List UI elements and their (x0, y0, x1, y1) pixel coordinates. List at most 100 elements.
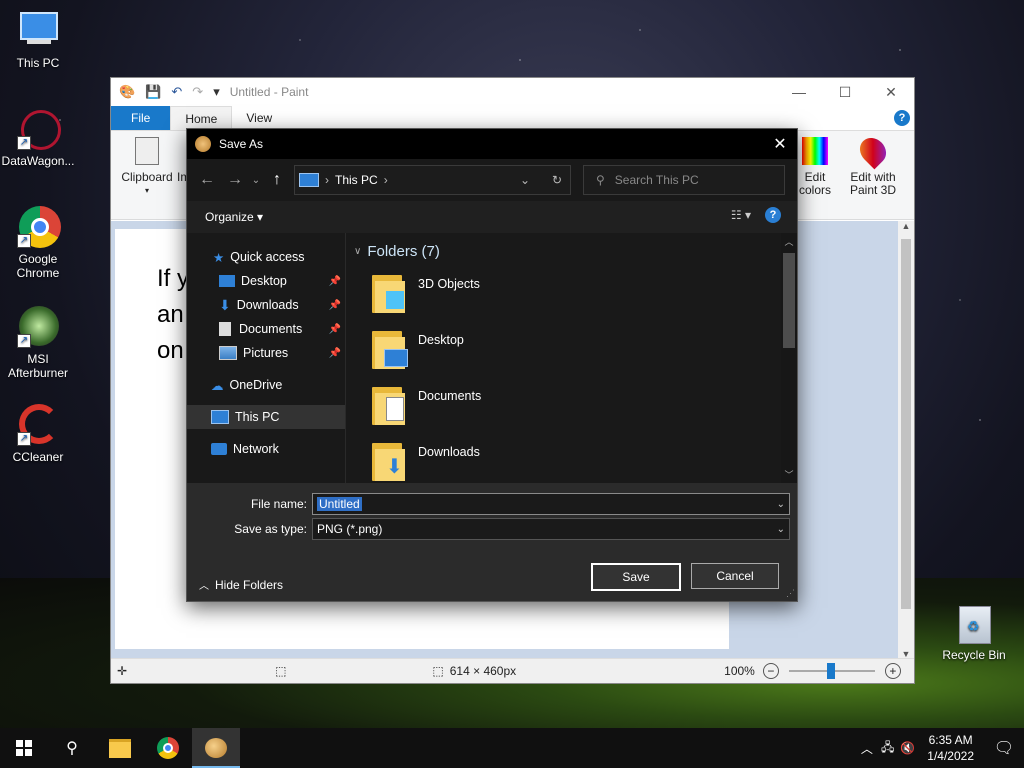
help-icon[interactable]: ? (765, 207, 781, 223)
organize-menu-button[interactable]: Organize ▾ (205, 210, 263, 224)
help-icon[interactable]: ? (894, 110, 910, 126)
zoom-slider[interactable] (788, 663, 875, 679)
nav-label: OneDrive (229, 378, 283, 392)
chevron-down-icon[interactable]: ⌄ (777, 499, 785, 510)
shortcut-arrow-icon: ↗ (17, 136, 31, 150)
redo-icon[interactable]: ↷ (192, 84, 203, 100)
this-pc-icon (299, 173, 319, 187)
scroll-up-arrow-icon[interactable]: ︿ (781, 235, 797, 248)
desktop-icon-recycle-bin[interactable]: ♻ Recycle Bin (936, 602, 1012, 662)
clock[interactable]: 6:35 AM 1/4/2022 (927, 732, 974, 764)
desktop-icon-label: Recycle Bin (942, 648, 1006, 662)
nav-item-network[interactable]: Network (187, 437, 345, 461)
zoom-level: 100% (724, 664, 755, 678)
zoom-slider-thumb[interactable] (826, 663, 835, 679)
breadcrumb-this-pc[interactable]: This PC (335, 173, 378, 187)
scroll-down-arrow-icon[interactable]: ﹀ (781, 468, 797, 481)
back-arrow-icon[interactable]: ← (193, 166, 221, 194)
color-palette-icon (802, 137, 828, 165)
chevron-up-icon: ︿ (199, 581, 209, 592)
nav-item-onedrive[interactable]: ☁ OneDrive (187, 373, 345, 397)
pin-icon[interactable]: 📌 (329, 348, 341, 359)
nav-item-downloads[interactable]: ⬇ Downloads 📌 (187, 293, 345, 317)
recent-locations-chevron-icon[interactable]: ⌄ (249, 166, 263, 194)
document-icon (219, 322, 231, 336)
scrollbar-thumb[interactable] (901, 239, 911, 609)
desktop-icon-chrome[interactable]: ↗ Google Chrome (0, 206, 76, 280)
scrollbar-thumb[interactable] (783, 253, 795, 348)
edit-colors-button[interactable]: Edit colors (797, 137, 833, 197)
taskbar-paint[interactable] (192, 728, 240, 768)
clipboard-group[interactable]: Clipboard ▾ (117, 137, 177, 197)
image-size-text: 614 × 460px (449, 664, 517, 678)
folder-icon: ⬇ (372, 441, 406, 483)
nav-label: Desktop (241, 274, 287, 288)
maximize-button[interactable]: ☐ (822, 78, 868, 106)
pin-icon[interactable]: 📌 (329, 324, 341, 335)
refresh-icon[interactable]: ↻ (552, 173, 562, 187)
nav-item-desktop[interactable]: Desktop 📌 (187, 269, 345, 293)
save-icon[interactable]: 💾 (145, 84, 161, 100)
dialog-close-button[interactable]: ✕ (763, 129, 797, 159)
nav-item-documents[interactable]: Documents 📌 (187, 317, 345, 341)
navigation-bar: ← → ⌄ ↑ › This PC › ⌄ ↻ ⚲ Search This PC (187, 159, 797, 201)
chevron-down-icon: ∨ (354, 246, 362, 257)
desktop-icon-ccleaner[interactable]: ↗ CCleaner (0, 404, 76, 464)
taskbar-chrome[interactable] (144, 728, 192, 768)
save-button[interactable]: Save (591, 563, 681, 591)
tab-home[interactable]: Home (170, 106, 233, 130)
chevron-down-icon[interactable]: ⌄ (777, 524, 785, 535)
customize-quick-access-icon[interactable]: ▾ (213, 84, 220, 100)
windows-logo-icon (16, 740, 32, 756)
cursor-position-icon: ✛ (117, 664, 128, 678)
folder-desktop[interactable]: Desktop (372, 329, 464, 379)
show-hidden-icons-chevron-icon[interactable]: ︿ (861, 740, 873, 757)
desktop-icon-this-pc[interactable]: This PC (0, 10, 76, 70)
notifications-icon[interactable]: 🗨 (984, 738, 1024, 758)
shortcut-arrow-icon: ↗ (17, 334, 31, 348)
folder-documents[interactable]: Documents (372, 385, 481, 435)
vertical-scrollbar[interactable]: ▲ ▼ (898, 221, 914, 659)
address-dropdown-icon[interactable]: ⌄ (520, 173, 530, 187)
cancel-button[interactable]: Cancel (691, 563, 779, 589)
desktop-folder-icon (219, 275, 235, 287)
search-box[interactable]: ⚲ Search This PC (583, 165, 785, 195)
zoom-in-button[interactable]: + (884, 663, 901, 679)
save-as-type-select[interactable]: PNG (*.png) ⌄ (312, 518, 790, 540)
start-button[interactable] (0, 728, 48, 768)
close-button[interactable]: ✕ (868, 78, 914, 106)
pin-icon[interactable]: 📌 (329, 276, 341, 287)
taskbar-file-explorer[interactable] (96, 728, 144, 768)
desktop-icon-datawagon[interactable]: ↗ DataWagon... (0, 108, 76, 168)
forward-arrow-icon[interactable]: → (221, 166, 249, 194)
tab-file[interactable]: File (111, 106, 171, 130)
canvas-text-line: If y (157, 265, 190, 292)
network-status-icon[interactable]: 🖧 (881, 738, 894, 759)
edit-with-paint3d-button[interactable]: Edit with Paint 3D (847, 132, 899, 197)
up-arrow-icon[interactable]: ↑ (263, 166, 291, 194)
breadcrumb-chevron-icon[interactable]: › (384, 173, 388, 187)
zoom-out-button[interactable]: − (762, 663, 779, 679)
file-name-input[interactable]: Untitled ⌄ (312, 493, 790, 515)
folder-name: Desktop (418, 333, 464, 347)
pin-icon[interactable]: 📌 (329, 300, 341, 311)
pictures-icon (219, 346, 237, 360)
resize-grip-icon[interactable]: ⋰ (786, 588, 795, 599)
search-button[interactable]: ⚲ (48, 728, 96, 768)
desktop-icon-msi-afterburner[interactable]: ↗ MSI Afterburner (0, 306, 76, 380)
undo-icon[interactable]: ↶ (171, 84, 182, 100)
file-list-scrollbar[interactable]: ︿ ﹀ (781, 233, 797, 483)
folder-name: Downloads (418, 445, 480, 459)
folders-group-header[interactable]: ∨ Folders (7) (354, 243, 440, 260)
folder-3d-objects[interactable]: 3D Objects (372, 273, 480, 323)
nav-item-pictures[interactable]: Pictures 📌 (187, 341, 345, 365)
tab-view[interactable]: View (232, 106, 286, 130)
address-bar[interactable]: › This PC › ⌄ ↻ (294, 165, 571, 195)
nav-item-this-pc[interactable]: This PC (187, 405, 345, 429)
nav-item-quick-access[interactable]: ★ Quick access (187, 245, 345, 269)
scroll-up-arrow-icon[interactable]: ▲ (898, 221, 914, 231)
volume-muted-icon[interactable]: 🔇 (900, 741, 915, 755)
view-options-icon[interactable]: ☷ ▾ (731, 208, 751, 222)
hide-folders-button[interactable]: ︿ Hide Folders (199, 577, 283, 593)
minimize-button[interactable]: — (776, 78, 822, 106)
